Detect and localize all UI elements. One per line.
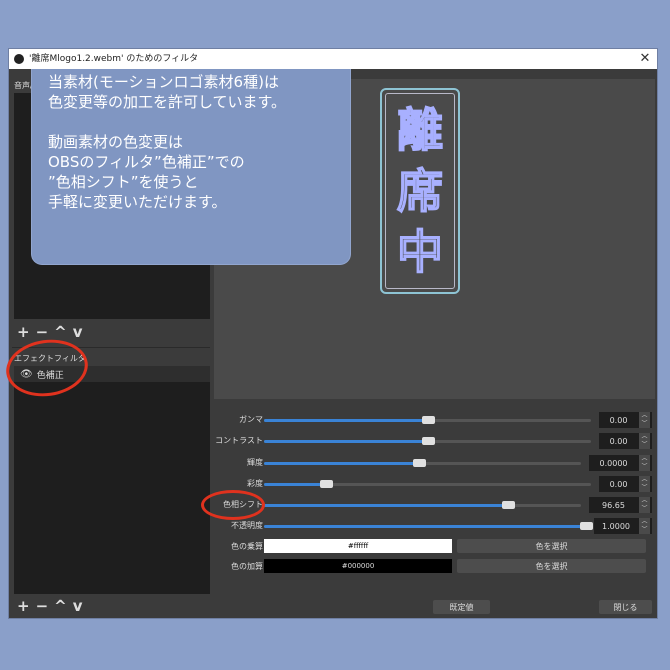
value-spinbox[interactable]: 0.00 ︿ ﹀ (599, 476, 652, 492)
add-filter-button[interactable]: + (17, 323, 30, 341)
spin-arrows-icon[interactable]: ︿ ﹀ (639, 433, 650, 449)
spin-value: 0.00 (609, 479, 628, 489)
remove-filter-button[interactable]: − (36, 597, 49, 615)
slider-label: コントラスト (215, 436, 263, 445)
slider-thumb[interactable] (320, 480, 334, 488)
value-spinbox[interactable]: 1.0000 ︿ ﹀ (594, 518, 652, 534)
obs-logo-icon (14, 54, 24, 64)
spin-value: 0.0000 (599, 458, 628, 468)
spin-arrows-icon[interactable]: ︿ ﹀ (639, 412, 650, 428)
slider-row: 色相シフト 96.65 ︿ ﹀ (214, 497, 655, 513)
slider-track[interactable] (264, 522, 593, 530)
spin-value: 0.00 (609, 415, 628, 425)
title-bar: '離席Mlogo1.2.webm' のためのフィルタ ✕ (9, 49, 657, 69)
slider-track[interactable] (264, 416, 591, 424)
slider-thumb[interactable] (580, 522, 593, 530)
close-icon[interactable]: ✕ (638, 51, 652, 66)
color-swatch: #000000 (264, 559, 452, 573)
color-label: 色の乗算 (231, 542, 263, 551)
color-label: 色の加算 (231, 562, 263, 571)
slider-label: 輝度 (247, 458, 263, 467)
select-color-button[interactable]: 色を選択 (457, 559, 646, 573)
annotation-circle (201, 490, 265, 520)
effect-filters-toolbar: + − ^ v (17, 597, 83, 615)
value-spinbox[interactable]: 96.65 ︿ ﹀ (589, 497, 652, 513)
spin-arrows-icon[interactable]: ︿ ﹀ (639, 476, 650, 492)
callout-line: 手軽に変更いただけます。 (48, 193, 227, 211)
slider-label: 彩度 (247, 479, 263, 488)
value-spinbox[interactable]: 0.00 ︿ ﹀ (599, 433, 652, 449)
color-row: 色の乗算 #ffffff 色を選択 (214, 539, 655, 555)
slider-track[interactable] (264, 437, 591, 445)
slider-fill (264, 504, 509, 507)
slider-thumb[interactable] (502, 501, 516, 509)
callout-line: OBSのフィルタ”色補正”での (48, 153, 245, 171)
slider-track[interactable] (264, 459, 581, 467)
logo-char: 席 (396, 163, 444, 219)
slider-row: ガンマ 0.00 ︿ ﹀ (214, 412, 655, 428)
slider-fill (264, 462, 420, 465)
slider-thumb[interactable] (421, 437, 435, 445)
slider-fill (264, 525, 586, 528)
callout-line: 色変更等の加工を許可しています。 (48, 93, 287, 111)
logo-char: 中 (396, 224, 444, 280)
slider-fill (264, 419, 428, 422)
move-up-button[interactable]: ^ (54, 597, 67, 615)
move-up-button[interactable]: ^ (54, 323, 67, 341)
close-button[interactable]: 閉じる (599, 600, 652, 614)
spin-value: 96.65 (602, 500, 625, 510)
slider-row: 彩度 0.00 ︿ ﹀ (214, 476, 655, 492)
add-filter-button[interactable]: + (17, 597, 30, 615)
value-spinbox[interactable]: 0.0000 ︿ ﹀ (589, 455, 652, 471)
spin-arrows-icon[interactable]: ︿ ﹀ (639, 497, 650, 513)
color-swatch: #ffffff (264, 539, 452, 553)
slider-fill (264, 483, 327, 486)
move-down-button[interactable]: v (73, 597, 83, 615)
spin-arrows-icon[interactable]: ︿ ﹀ (639, 455, 650, 471)
window-title: '離席Mlogo1.2.webm' のためのフィルタ (29, 52, 199, 66)
value-spinbox[interactable]: 0.00 ︿ ﹀ (599, 412, 652, 428)
slider-track[interactable] (264, 501, 581, 509)
slider-fill (264, 440, 428, 443)
color-row: 色の加算 #000000 色を選択 (214, 559, 655, 575)
move-down-button[interactable]: v (73, 323, 83, 341)
callout-line: 動画素材の色変更は (48, 133, 184, 151)
spin-arrows-icon[interactable]: ︿ ﹀ (639, 518, 650, 534)
slider-label: 不透明度 (231, 521, 263, 530)
annotation-callout: 当素材(モーションロゴ素材6種)は 色変更等の加工を許可しています。 動画素材の色… (32, 52, 350, 264)
slider-thumb[interactable] (421, 416, 435, 424)
slider-label: ガンマ (239, 415, 263, 424)
slider-row: コントラスト 0.00 ︿ ﹀ (214, 433, 655, 449)
spin-value: 0.00 (609, 436, 628, 446)
defaults-button[interactable]: 既定値 (433, 600, 490, 614)
remove-filter-button[interactable]: − (36, 323, 49, 341)
spin-value: 1.0000 (602, 521, 630, 531)
slider-thumb[interactable] (413, 459, 427, 467)
slider-track[interactable] (264, 480, 591, 488)
slider-row: 輝度 0.0000 ︿ ﹀ (214, 455, 655, 471)
preview-logo: 離 席 中 (380, 88, 460, 294)
av-filters-toolbar: + − ^ v (17, 323, 83, 341)
logo-char: 離 (396, 103, 444, 159)
select-color-button[interactable]: 色を選択 (457, 539, 646, 553)
slider-row: 不透明度 1.0000 ︿ ﹀ (214, 518, 655, 534)
effect-filters-list[interactable]: 👁 色補正 (14, 366, 210, 594)
callout-line: ”色相シフト”を使うと (48, 173, 199, 191)
callout-line: 当素材(モーションロゴ素材6種)は (48, 73, 279, 91)
